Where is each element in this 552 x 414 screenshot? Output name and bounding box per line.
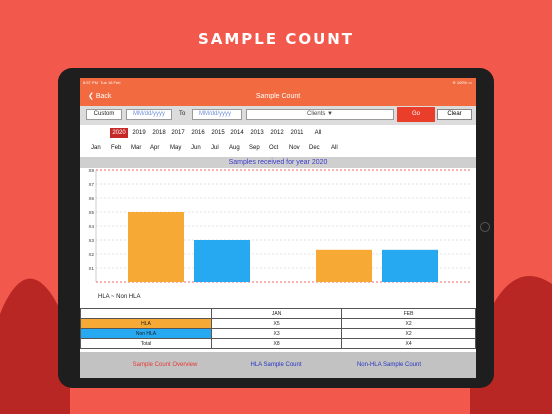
to-date-field[interactable]: MM/dd/yyyy (192, 109, 242, 120)
year-option[interactable]: 2015 (209, 128, 227, 138)
month-option[interactable]: May (170, 143, 181, 153)
month-option[interactable]: Jan (91, 143, 101, 153)
bar-jan-non-hla[interactable] (194, 240, 250, 282)
app-screen: 8:57 PM Tue 18 Feb ≋ 100% ▭ ❮ Back Sampl… (80, 78, 476, 378)
table-header-cell: JAN (210, 308, 343, 319)
from-date-field[interactable]: MM/dd/yyyy (126, 109, 172, 120)
table-cell: X5 (210, 318, 343, 329)
table-cell: X4 (341, 338, 476, 349)
table-row: Total X8 X4 (80, 338, 476, 349)
battery-indicator: ≋ 100% ▭ (452, 80, 472, 85)
page-title: Sample Count (255, 93, 301, 100)
year-option[interactable]: 2020 (110, 128, 128, 138)
month-option[interactable]: All (331, 143, 338, 153)
month-option[interactable]: Aug (229, 143, 240, 153)
status-time: 8:57 PM Tue 18 Feb (83, 80, 121, 85)
custom-range-selector[interactable]: Custom (86, 109, 122, 120)
year-option[interactable]: 2018 (150, 128, 168, 138)
data-table: JAN FEB HLA X5 X2 Non HLA X3 X2 Total X8… (80, 308, 476, 349)
go-button[interactable]: Go (397, 107, 435, 122)
y-tick-label: X6 (88, 196, 94, 201)
caret-down-icon: ▼ (327, 111, 333, 117)
year-option[interactable]: 2012 (268, 128, 286, 138)
year-selector: 2020 2019 2018 2017 2016 2015 2014 2013 … (80, 128, 476, 138)
table-cell: X8 (210, 338, 343, 349)
y-tick-label: X7 (88, 182, 94, 187)
navigation-bar: ❮ Back Sample Count (80, 87, 476, 106)
promo-title: SAMPLE COUNT (197, 30, 355, 48)
filter-bar: Custom MM/dd/yyyy To MM/dd/yyyy Clients … (80, 106, 476, 125)
month-option[interactable]: Mar (131, 143, 141, 153)
month-selector: Jan Feb Mar Apr May Jun Jul Aug Sep Oct … (80, 143, 476, 153)
y-tick-label: X1 (88, 266, 94, 271)
clear-button[interactable]: Clear (437, 109, 472, 120)
bar-jan-hla[interactable] (128, 212, 184, 282)
row-label-hla: HLA (80, 318, 212, 329)
row-label-non-hla: Non HLA (80, 328, 212, 339)
wifi-icon: ≋ (452, 80, 456, 85)
y-tick-label: X3 (88, 238, 94, 243)
year-option[interactable]: 2019 (130, 128, 148, 138)
month-option[interactable]: Dec (309, 143, 320, 153)
year-option[interactable]: 2014 (228, 128, 246, 138)
table-header-row: JAN FEB (80, 308, 476, 319)
clients-dropdown[interactable]: Clients ▼ (246, 109, 394, 120)
home-button (480, 222, 490, 232)
tab-hla-sample-count[interactable]: HLA Sample Count (230, 352, 322, 378)
table-row: Non HLA X3 X2 (80, 328, 476, 339)
table-cell: X3 (210, 328, 343, 339)
month-option[interactable]: Apr (150, 143, 159, 153)
bar-chart: X1 X2 X3 X4 X5 X6 X7 X8 HLA ~ Non HLA (88, 168, 472, 300)
table-cell: X2 (341, 328, 476, 339)
chart-title: Samples received for year 2020 (80, 157, 476, 168)
battery-icon: ▭ (468, 80, 472, 85)
tablet-frame: 8:57 PM Tue 18 Feb ≋ 100% ▭ ❮ Back Sampl… (58, 68, 494, 388)
y-tick-label: X4 (88, 224, 94, 229)
to-label: To (179, 111, 186, 117)
table-cell: X2 (341, 318, 476, 329)
year-option[interactable]: 2017 (169, 128, 187, 138)
year-option[interactable]: 2011 (288, 128, 306, 138)
table-header-cell (80, 308, 212, 319)
year-option[interactable]: All (309, 128, 327, 138)
table-row: HLA X5 X2 (80, 318, 476, 329)
month-option[interactable]: Oct (269, 143, 278, 153)
row-label-total: Total (80, 338, 212, 349)
status-bar: 8:57 PM Tue 18 Feb ≋ 100% ▭ (80, 78, 476, 87)
month-option[interactable]: Nov (289, 143, 300, 153)
y-tick-label: X2 (88, 252, 94, 257)
year-option[interactable]: 2016 (189, 128, 207, 138)
bar-feb-hla[interactable] (316, 249, 372, 282)
month-option[interactable]: Sep (249, 143, 260, 153)
month-option[interactable]: Jul (211, 143, 219, 153)
chart-legend: HLA ~ Non HLA (98, 294, 141, 300)
table-header-cell: FEB (341, 308, 476, 319)
tab-sample-count-overview[interactable]: Sample Count Overview (110, 352, 220, 378)
tab-non-hla-sample-count[interactable]: Non-HLA Sample Count (335, 352, 443, 378)
bottom-tab-bar: Sample Count Overview HLA Sample Count N… (80, 352, 476, 378)
month-option[interactable]: Feb (111, 143, 121, 153)
y-tick-label: X5 (88, 210, 94, 215)
year-option[interactable]: 2013 (248, 128, 266, 138)
y-tick-label: X8 (88, 168, 94, 173)
month-option[interactable]: Jun (191, 143, 201, 153)
bar-feb-non-hla[interactable] (382, 249, 438, 282)
